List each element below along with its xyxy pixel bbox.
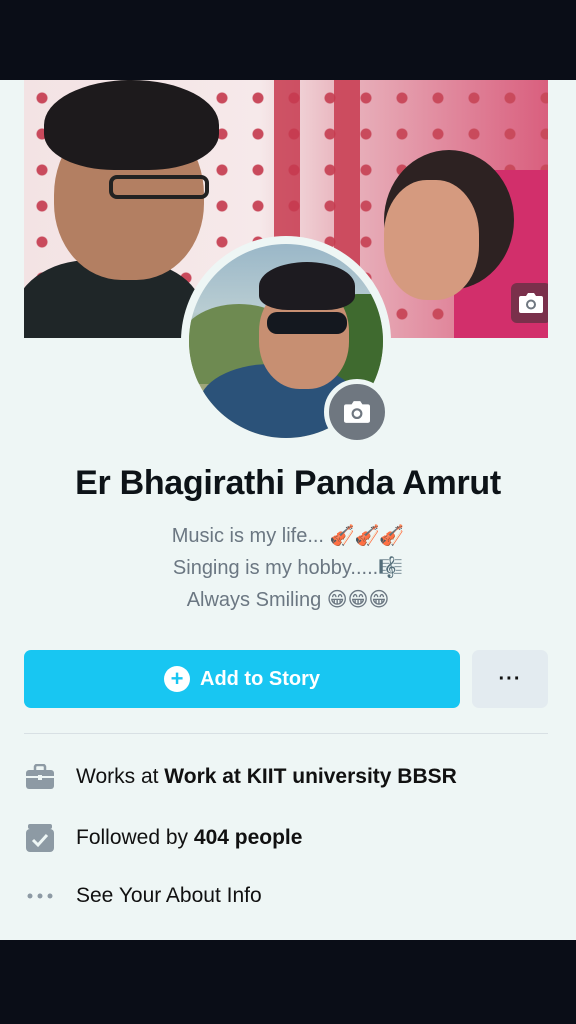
cover-camera-icon[interactable] xyxy=(511,283,548,323)
bio-line: Music is my life... 🎻🎻🎻 xyxy=(171,525,405,547)
more-options-button[interactable]: ··· xyxy=(472,650,548,708)
followers-check-icon xyxy=(24,822,56,854)
cover-person-left xyxy=(24,80,219,338)
followers-prefix: Followed by xyxy=(76,826,194,849)
divider xyxy=(24,733,548,734)
about-info-link: See Your About Info xyxy=(76,884,262,907)
profile-camera-icon[interactable] xyxy=(324,379,390,445)
plus-circle-icon: + xyxy=(164,666,190,692)
work-value: Work at KIIT university BBSR xyxy=(164,765,457,788)
info-row-followers[interactable]: Followed by 404 people xyxy=(24,818,554,858)
bottom-black-bar xyxy=(0,940,576,1024)
work-prefix: Works at xyxy=(76,765,165,788)
profile-photo-frame xyxy=(181,236,391,446)
info-row-work[interactable]: Works at Work at KIIT university BBSR xyxy=(24,757,554,797)
profile-screen: Er Bhagirathi Panda Amrut Music is my li… xyxy=(0,80,576,940)
add-to-story-button[interactable]: + Add to Story xyxy=(24,650,460,708)
more-dots-icon xyxy=(24,880,56,912)
bio-line: Singing is my hobby.....🎼 xyxy=(172,557,404,579)
profile-name: Er Bhagirathi Panda Amrut xyxy=(75,464,501,502)
profile-bio: Music is my life... 🎻🎻🎻 Singing is my ho… xyxy=(0,520,576,616)
top-black-bar xyxy=(0,0,576,80)
briefcase-icon xyxy=(24,761,56,793)
add-to-story-label: Add to Story xyxy=(200,667,320,690)
followers-value: 404 people xyxy=(193,826,303,849)
info-row-about[interactable]: See Your About Info xyxy=(24,876,554,916)
bio-line: Always Smiling 😁😁😁 xyxy=(186,589,390,611)
